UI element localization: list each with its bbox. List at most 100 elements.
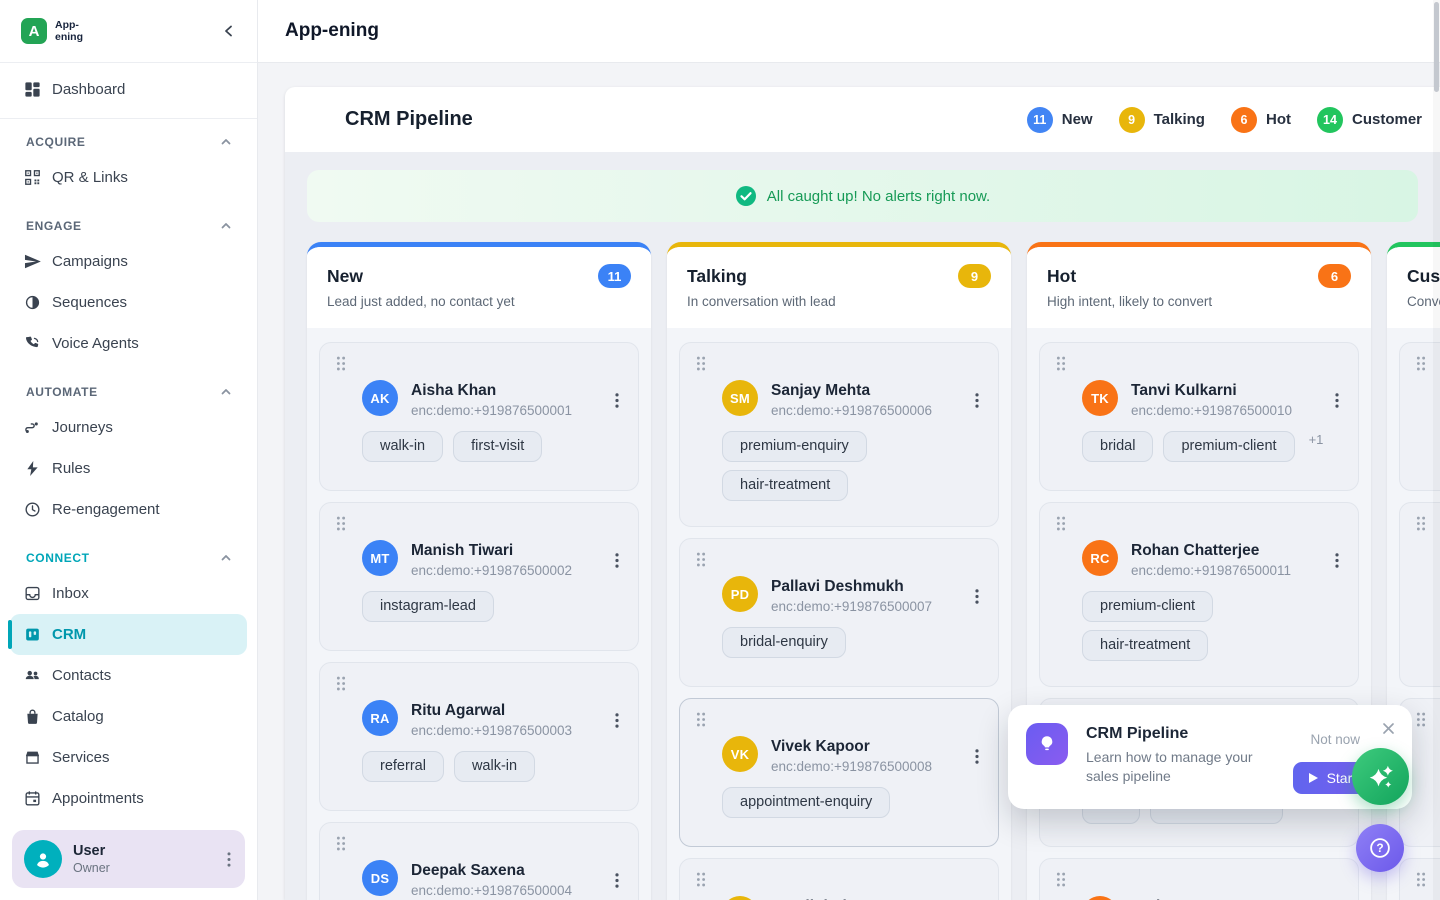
sidebar-item-label: Campaigns: [52, 253, 128, 270]
drag-handle-icon[interactable]: [1416, 872, 1426, 887]
sidebar-item-sequences[interactable]: Sequences: [10, 282, 247, 323]
sidebar-collapse-button[interactable]: [217, 19, 241, 43]
drag-handle-icon[interactable]: [336, 516, 346, 531]
drag-handle-icon[interactable]: [1416, 356, 1426, 371]
card-menu-button[interactable]: [971, 585, 983, 608]
lead-card[interactable]: DS Deepak Saxena enc:demo:+919876500004: [319, 822, 639, 900]
sidebar-item-campaigns[interactable]: Campaigns: [10, 241, 247, 282]
help-button[interactable]: ?: [1356, 824, 1404, 872]
avatar: PD: [722, 576, 758, 612]
avatar: SM: [722, 380, 758, 416]
lead-card[interactable]: VK Vivek Kapoor enc:demo:+919876500008 a…: [679, 698, 999, 847]
drag-handle-icon[interactable]: [1056, 516, 1066, 531]
lead-card[interactable]: RC Rohan Chatterjee enc:demo:+9198765000…: [1039, 502, 1359, 687]
sidebar-item-label: Services: [52, 749, 110, 766]
more-tags-count: +1: [1309, 432, 1324, 447]
kanban-icon: [23, 625, 42, 644]
card-menu-button[interactable]: [971, 389, 983, 412]
lead-phone: enc:demo:+919876500001: [411, 403, 572, 418]
avatar: AK: [1082, 896, 1118, 900]
people-icon: [23, 666, 42, 685]
lead-card[interactable]: SM Sanjay Mehta enc:demo:+919876500006 p…: [679, 342, 999, 527]
user-role: Owner: [73, 861, 110, 875]
lead-card[interactable]: AK Aisha Khan enc:demo:+919876500001 wal…: [319, 342, 639, 491]
brand-logo-icon: A: [21, 18, 47, 44]
drag-handle-icon[interactable]: [696, 872, 706, 887]
lightbulb-icon: [1026, 723, 1068, 765]
sidebar-item-label: Journeys: [52, 419, 113, 436]
not-now-button[interactable]: Not now: [1310, 732, 1360, 747]
sidebar-item-journeys[interactable]: Journeys: [10, 407, 247, 448]
sidebar-item-contacts[interactable]: Contacts: [10, 655, 247, 696]
lead-name: Rohan Chatterjee: [1131, 540, 1291, 560]
column-header: New 11 Lead just added, no contact yet: [307, 247, 651, 328]
sidebar-item-inbox[interactable]: Inbox: [10, 573, 247, 614]
tour-title: CRM Pipeline: [1086, 725, 1271, 743]
sidebar-item-label: Sequences: [52, 294, 127, 311]
card-menu-button[interactable]: [611, 869, 623, 892]
sidebar-item-reengagement[interactable]: Re-engagement: [10, 489, 247, 530]
dashboard-icon: [23, 80, 42, 99]
card-menu-button[interactable]: [1331, 389, 1343, 412]
avatar: MT: [362, 540, 398, 576]
chevron-up-icon[interactable]: [219, 551, 233, 565]
drag-handle-icon[interactable]: [1056, 356, 1066, 371]
sidebar-item-crm[interactable]: CRM: [10, 614, 247, 655]
kebab-icon: [227, 852, 231, 867]
drag-handle-icon[interactable]: [1416, 712, 1426, 727]
lead-card[interactable]: NS Nandini Shetty: [679, 858, 999, 900]
sidebar-item-voice-agents[interactable]: Voice Agents: [10, 323, 247, 364]
lead-phone: enc:demo:+919876500006: [771, 403, 932, 418]
drag-handle-icon[interactable]: [1056, 872, 1066, 887]
sidebar-item-label: Catalog: [52, 708, 104, 725]
scrollbar-thumb[interactable]: [1434, 2, 1439, 92]
card-menu-button[interactable]: [1331, 549, 1343, 572]
user-menu-button[interactable]: [223, 848, 235, 871]
chevron-up-icon[interactable]: [219, 385, 233, 399]
sidebar-item-qr-links[interactable]: QR & Links: [10, 157, 247, 198]
lead-name: Tanvi Kulkarni: [1131, 380, 1292, 400]
close-icon[interactable]: [1378, 718, 1399, 739]
sidebar-item-catalog[interactable]: Catalog: [10, 696, 247, 737]
drag-handle-icon[interactable]: [696, 712, 706, 727]
lead-card[interactable]: AK Amit Kumar: [1039, 858, 1359, 900]
drag-handle-icon[interactable]: [336, 836, 346, 851]
card-menu-button[interactable]: [611, 389, 623, 412]
lead-card[interactable]: RA Ritu Agarwal enc:demo:+919876500003 r…: [319, 662, 639, 811]
sidebar-item-rules[interactable]: Rules: [10, 448, 247, 489]
stage-count-badge: 9: [1119, 107, 1145, 133]
bag-icon: [23, 707, 42, 726]
sidebar-item-appointments[interactable]: Appointments: [10, 778, 247, 819]
alert-banner: All caught up! No alerts right now.: [307, 170, 1418, 222]
avatar: AK: [362, 380, 398, 416]
chevron-up-icon[interactable]: [219, 219, 233, 233]
sidebar-item-dashboard[interactable]: Dashboard: [10, 69, 247, 110]
sparkles-icon: [1366, 762, 1396, 792]
pipeline-header: CRM Pipeline 11 New 9 Talking 6 Hot: [285, 87, 1440, 152]
kebab-icon: [1335, 393, 1339, 408]
drag-handle-icon[interactable]: [336, 676, 346, 691]
clock-icon: [23, 500, 42, 519]
user-profile-card[interactable]: User Owner: [12, 830, 245, 888]
ai-assistant-button[interactable]: [1352, 748, 1409, 805]
card-menu-button[interactable]: [971, 745, 983, 768]
section-label: AUTOMATE: [26, 385, 98, 399]
card-menu-button[interactable]: [611, 709, 623, 732]
drag-handle-icon[interactable]: [336, 356, 346, 371]
chevron-up-icon[interactable]: [219, 135, 233, 149]
drag-handle-icon[interactable]: [696, 356, 706, 371]
lead-card[interactable]: MT Manish Tiwari enc:demo:+919876500002 …: [319, 502, 639, 651]
stage-chip-new: 11 New: [1027, 107, 1093, 133]
journeys-icon: [23, 418, 42, 437]
drag-handle-icon[interactable]: [1416, 516, 1426, 531]
card-menu-button[interactable]: [611, 549, 623, 572]
column-body: AK Aisha Khan enc:demo:+919876500001 wal…: [307, 328, 651, 900]
drag-handle-icon[interactable]: [696, 552, 706, 567]
lead-card[interactable]: PD Pallavi Deshmukh enc:demo:+9198765000…: [679, 538, 999, 687]
lead-name: Pallavi Deshmukh: [771, 576, 932, 596]
vertical-scrollbar[interactable]: [1433, 0, 1440, 900]
sidebar-item-services[interactable]: Services: [10, 737, 247, 778]
kebab-icon: [1335, 553, 1339, 568]
lead-card[interactable]: TK Tanvi Kulkarni enc:demo:+919876500010…: [1039, 342, 1359, 491]
play-icon: [1309, 773, 1318, 783]
